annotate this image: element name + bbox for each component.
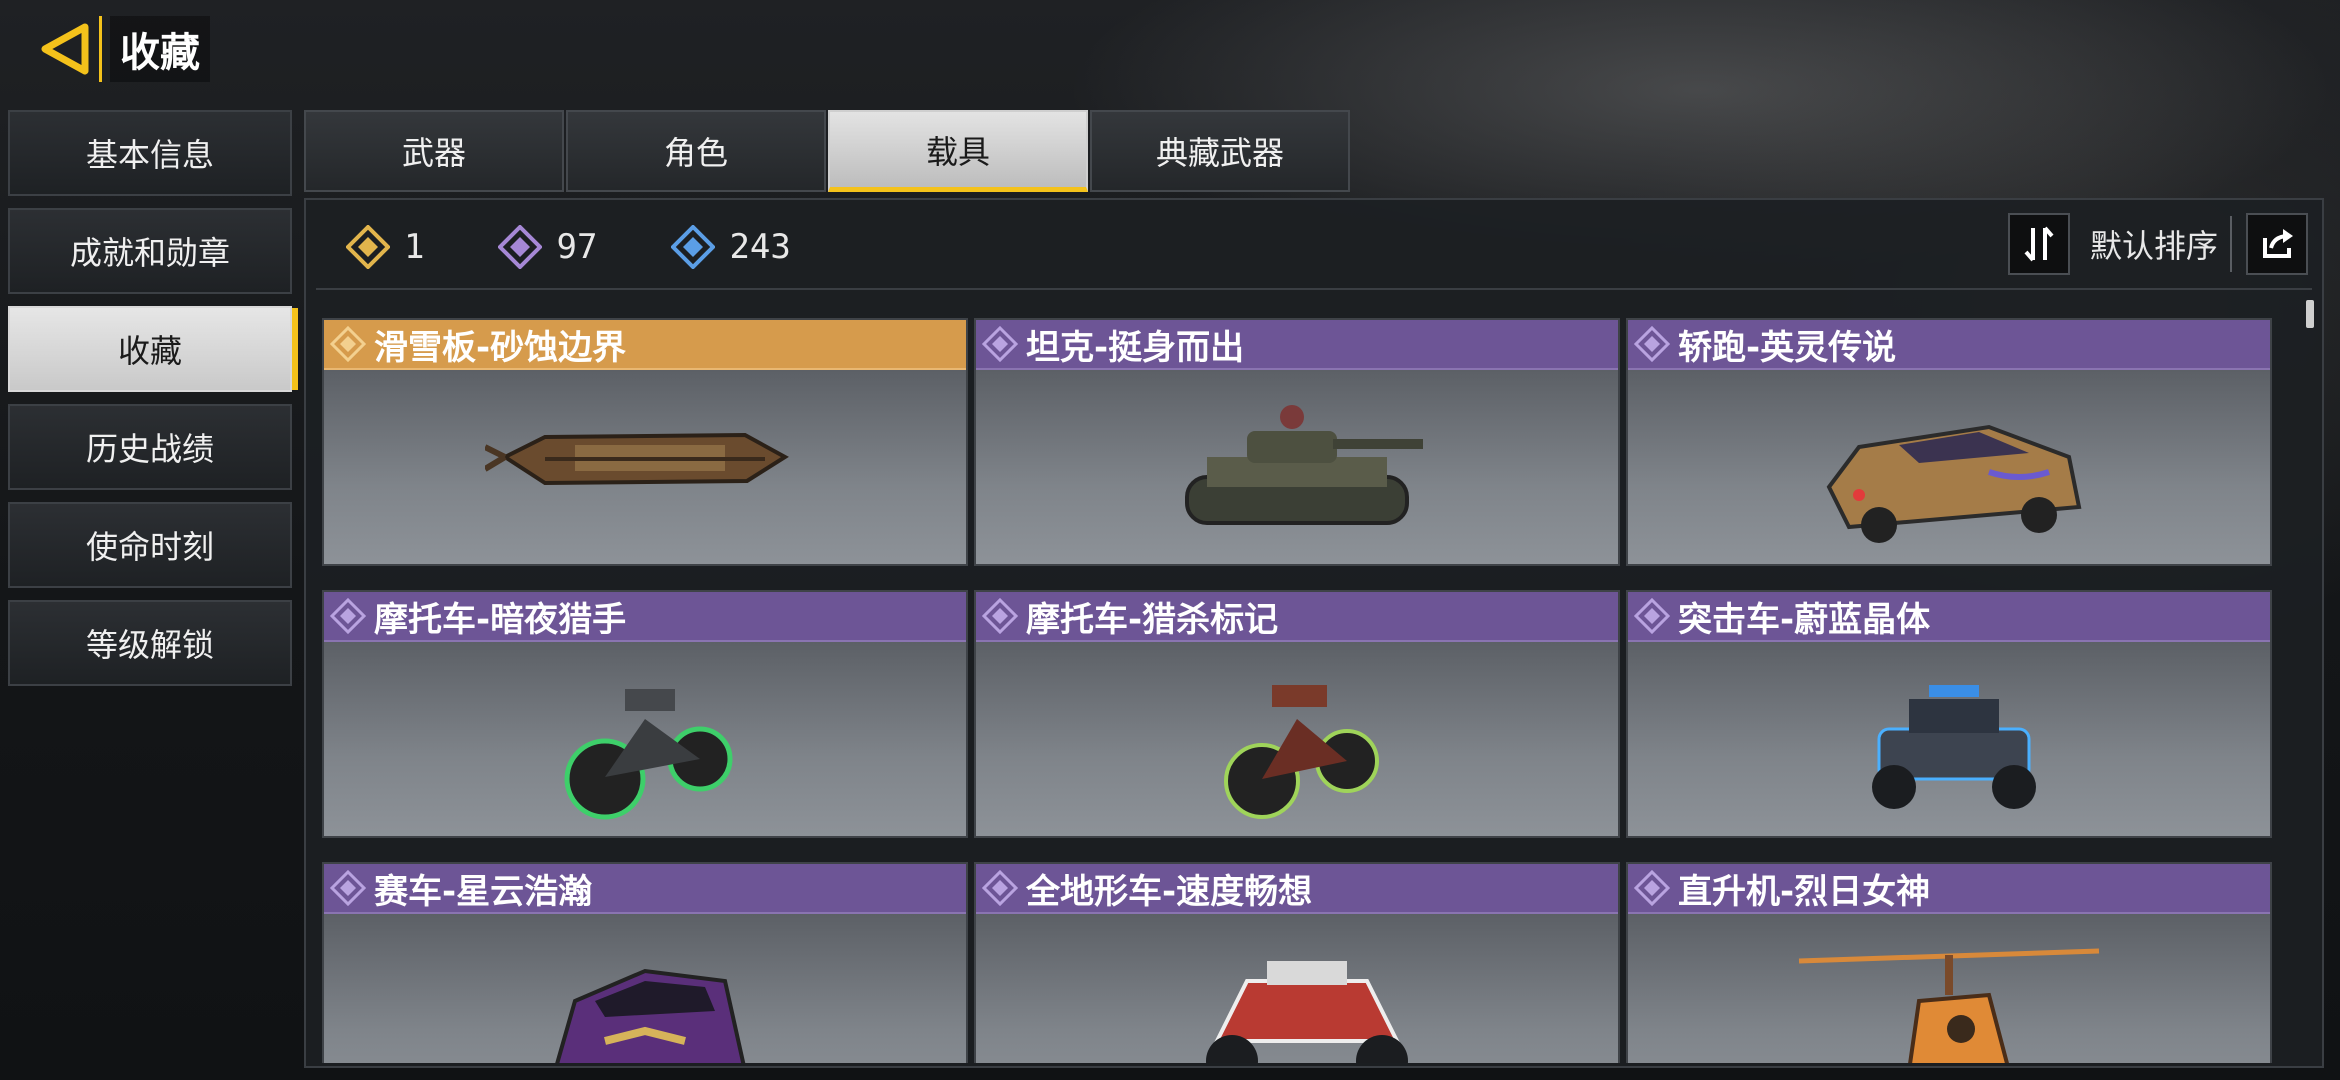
vehicle-grid: 滑雪板-砂蚀边界 坦克-挺身而出 轿跑-英灵传说 摩托车-暗夜猎手 摩托车-猎杀… xyxy=(322,318,2272,1063)
card-header: 全地形车-速度畅想 xyxy=(976,864,1618,914)
stat-count: 97 xyxy=(556,227,598,267)
vehicle-card[interactable]: 轿跑-英灵传说 xyxy=(1626,318,2272,566)
tab-label: 典藏武器 xyxy=(1155,134,1284,172)
epic-diamond-icon xyxy=(982,326,1018,362)
vehicle-name: 全地形车-速度畅想 xyxy=(1026,871,1313,912)
coupe-image xyxy=(1628,370,2270,564)
vehicle-name: 轿跑-英灵传说 xyxy=(1678,327,1897,368)
hoverboard-image xyxy=(324,370,966,564)
stat-count: 243 xyxy=(729,227,791,267)
vehicle-name: 突击车-蔚蓝晶体 xyxy=(1678,599,1931,640)
helicopter-image xyxy=(1628,914,2270,1063)
sidebar-item-history[interactable]: 历史战绩 xyxy=(8,404,292,490)
back-arrow-icon xyxy=(41,23,88,75)
collection-panel: 1 97 243 默认排序 滑雪板-砂蚀边界 坦克-挺身而出 轿跑-英灵传说 摩… xyxy=(304,198,2324,1068)
epic-diamond-icon xyxy=(1634,326,1670,362)
sidebar-item-collection[interactable]: 收藏 xyxy=(8,306,298,392)
epic-diamond-icon xyxy=(1634,870,1670,906)
sidebar-item-mission-moments[interactable]: 使命时刻 xyxy=(8,502,292,588)
sidebar-item-label: 收藏 xyxy=(117,332,182,370)
sort-arrows-icon xyxy=(2024,226,2054,262)
tab-characters[interactable]: 角色 xyxy=(566,110,826,192)
vehicle-name: 赛车-星云浩瀚 xyxy=(374,871,593,912)
tab-vehicles[interactable]: 载具 xyxy=(828,110,1088,192)
vehicle-card[interactable]: 直升机-烈日女神 xyxy=(1626,862,2272,1063)
sidebar-item-basic-info[interactable]: 基本信息 xyxy=(8,110,292,196)
vehicle-card[interactable]: 突击车-蔚蓝晶体 xyxy=(1626,590,2272,838)
divider xyxy=(316,288,2312,290)
stat-rare: 243 xyxy=(671,225,791,269)
sidebar-item-label: 使命时刻 xyxy=(85,528,214,566)
vehicle-card[interactable]: 摩托车-猎杀标记 xyxy=(974,590,1620,838)
motorcycle-image xyxy=(976,642,1618,836)
tab-label: 载具 xyxy=(925,132,990,171)
motorcycle-image xyxy=(324,642,966,836)
sidebar-item-label: 成就和勋章 xyxy=(69,234,230,272)
stat-epic: 97 xyxy=(498,225,597,269)
sidebar-item-label: 历史战绩 xyxy=(85,430,214,468)
rare-diamond-icon xyxy=(671,225,716,269)
rarity-stats: 1 97 243 xyxy=(346,222,865,272)
card-header: 赛车-星云浩瀚 xyxy=(324,864,966,914)
vehicle-name: 滑雪板-砂蚀边界 xyxy=(374,327,627,368)
card-header: 直升机-烈日女神 xyxy=(1628,864,2270,914)
vehicle-card[interactable]: 全地形车-速度畅想 xyxy=(974,862,1620,1063)
vehicle-card[interactable]: 滑雪板-砂蚀边界 xyxy=(322,318,968,566)
card-header: 摩托车-猎杀标记 xyxy=(976,592,1618,642)
divider xyxy=(2230,216,2232,272)
vehicle-card[interactable]: 赛车-星云浩瀚 xyxy=(322,862,968,1063)
share-icon xyxy=(2263,229,2293,258)
tank-image xyxy=(976,370,1618,564)
card-header: 轿跑-英灵传说 xyxy=(1628,320,2270,370)
stat-legendary: 1 xyxy=(346,225,424,269)
card-header: 突击车-蔚蓝晶体 xyxy=(1628,592,2270,642)
sort-label[interactable]: 默认排序 xyxy=(2090,221,2218,267)
sort-controls: 默认排序 xyxy=(2007,212,2308,276)
header: 收藏 xyxy=(30,14,210,84)
vehicle-name: 直升机-烈日女神 xyxy=(1678,871,1931,912)
assault-vehicle-image xyxy=(1628,642,2270,836)
epic-diamond-icon xyxy=(982,598,1018,634)
tab-label: 武器 xyxy=(401,134,466,172)
tab-label: 角色 xyxy=(663,134,728,172)
vehicle-name: 摩托车-暗夜猎手 xyxy=(374,599,627,640)
epic-diamond-icon xyxy=(982,870,1018,906)
vehicle-name: 摩托车-猎杀标记 xyxy=(1026,599,1279,640)
share-button[interactable] xyxy=(2246,213,2308,275)
vehicle-card[interactable]: 坦克-挺身而出 xyxy=(974,318,1620,566)
stat-count: 1 xyxy=(404,227,425,267)
scrollbar-thumb[interactable] xyxy=(2306,300,2314,328)
sidebar-item-level-unlock[interactable]: 等级解锁 xyxy=(8,600,292,686)
tab-weapons[interactable]: 武器 xyxy=(304,110,564,192)
legendary-diamond-icon xyxy=(330,326,366,362)
epic-diamond-icon xyxy=(330,870,366,906)
race-car-image xyxy=(324,914,966,1063)
card-header: 摩托车-暗夜猎手 xyxy=(324,592,966,642)
sidebar-item-label: 等级解锁 xyxy=(85,626,214,664)
card-header: 滑雪板-砂蚀边界 xyxy=(324,320,966,370)
vehicle-name: 坦克-挺身而出 xyxy=(1026,327,1245,368)
sort-toggle-button[interactable] xyxy=(2007,213,2070,275)
epic-diamond-icon xyxy=(498,225,543,269)
atv-image xyxy=(976,914,1618,1063)
epic-diamond-icon xyxy=(1634,598,1670,634)
back-button[interactable] xyxy=(30,16,102,82)
epic-diamond-icon xyxy=(330,598,366,634)
category-tabs: 武器 角色 载具 典藏武器 xyxy=(304,110,1352,192)
page-title: 收藏 xyxy=(110,16,210,82)
sidebar-item-label: 基本信息 xyxy=(85,136,214,174)
sidebar-item-achievements[interactable]: 成就和勋章 xyxy=(8,208,292,294)
legendary-diamond-icon xyxy=(346,225,390,269)
vehicle-card[interactable]: 摩托车-暗夜猎手 xyxy=(322,590,968,838)
sidebar: 基本信息 成就和勋章 收藏 历史战绩 使命时刻 等级解锁 xyxy=(8,110,298,698)
card-header: 坦克-挺身而出 xyxy=(976,320,1618,370)
tab-collector-weapons[interactable]: 典藏武器 xyxy=(1090,110,1350,192)
